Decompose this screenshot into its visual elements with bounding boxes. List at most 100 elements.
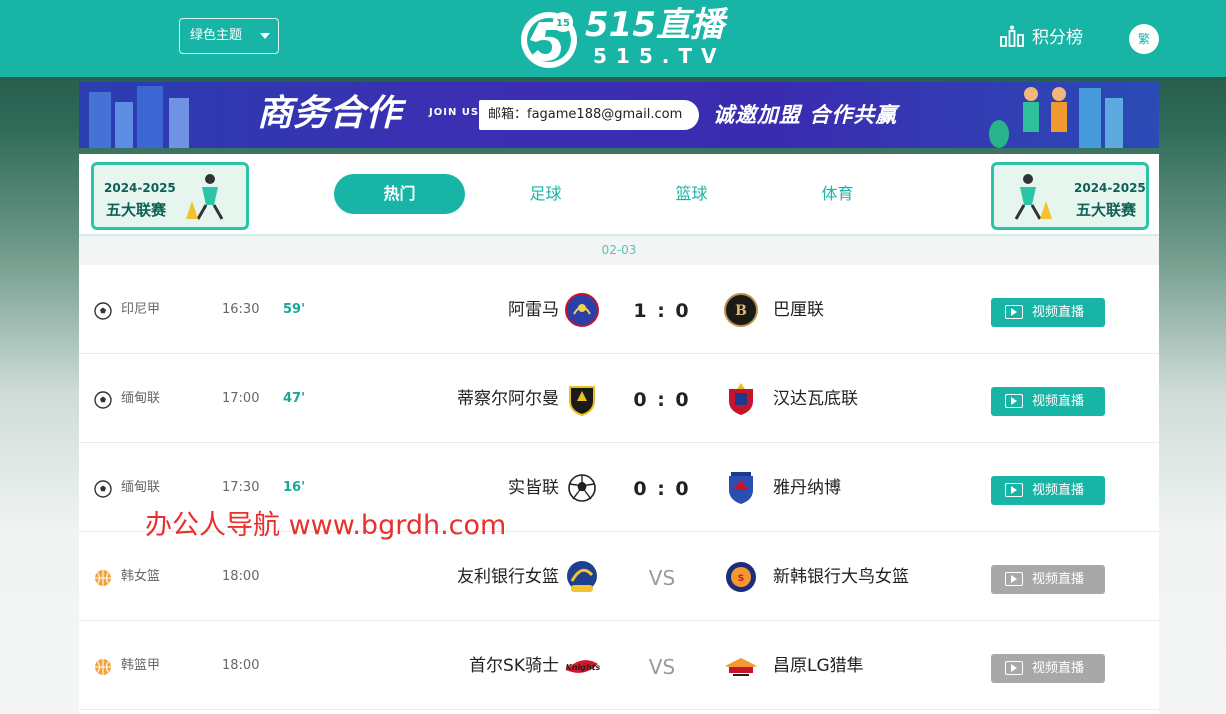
player-illustration-icon [186,174,224,220]
match-time: 16:30 [222,302,260,317]
date-header: 02-03 [79,236,1159,265]
city-skyline-illustration [89,86,189,148]
league-name[interactable]: 印尼甲 [121,300,160,320]
match-row[interactable]: 印尼甲 16:30 59' 阿雷马 1 : 0 B 巴厘联 视频直播 [79,265,1159,354]
player-illustration-icon [1014,174,1052,220]
live-video-button[interactable]: 视频直播 [991,654,1105,683]
match-row[interactable]: 缅甸联 17:00 47' 蒂察尔阿尔曼 0 : 0 汉达瓦底联 视频直播 [79,354,1159,443]
match-score: 1 : 0 [633,300,691,322]
leaderboard-link[interactable]: 积分榜 [1000,24,1083,52]
away-team-logo-icon: B [724,293,758,327]
logo-subtitle: 515.TV [593,44,726,68]
tv-play-icon [1005,305,1023,319]
home-team-logo-icon [569,386,595,417]
home-team[interactable]: 阿雷马 [508,298,559,322]
match-panel: 2024-2025 五大联赛 热门 足球 篮球 体育 2024-2025 五大联… [79,154,1159,714]
tab-hot[interactable]: 热门 [334,174,465,214]
match-vs: VS [648,655,676,679]
match-time: 18:00 [222,658,260,673]
live-video-button[interactable]: 视频直播 [991,298,1105,327]
match-vs: VS [648,566,676,590]
svg-text:B: B [735,303,747,319]
match-minute: 47' [283,391,306,406]
tab-sports[interactable]: 体育 [772,174,903,214]
away-team[interactable]: 巴厘联 [773,298,824,322]
live-video-label: 视频直播 [1032,483,1085,498]
live-video-label: 视频直播 [1032,394,1085,409]
away-team[interactable]: 雅丹纳博 [773,476,841,500]
away-team[interactable]: 昌原LG猎隼 [773,654,864,678]
traditional-chinese-button[interactable]: 繁 [1129,24,1159,54]
basketball-icon [95,570,111,586]
home-team[interactable]: 首尔SK骑士 [469,654,559,678]
home-team[interactable]: 友利银行女篮 [457,565,559,589]
away-team-logo-icon [729,383,753,415]
site-logo[interactable]: 15 515直播 515.TV [517,6,727,70]
badge-year: 2024-2025 [104,181,176,195]
away-team-logo-icon: S [726,562,756,592]
league-name[interactable]: 韩篮甲 [121,656,160,676]
theme-select[interactable]: 绿色主题 [179,18,279,54]
match-time: 17:30 [222,480,260,495]
badge-name: 五大联赛 [106,201,167,219]
home-team[interactable]: 实皆联 [508,476,559,500]
live-video-label: 视频直播 [1032,572,1085,587]
home-team-logo-icon [568,474,596,502]
league-name[interactable]: 韩女篮 [121,567,160,587]
league-name[interactable]: 缅甸联 [121,389,160,409]
leaderboard-label: 积分榜 [1032,28,1083,48]
leaderboard-icon [1000,25,1024,47]
logo-mark-icon: 15 [521,12,577,68]
home-team-logo-icon [565,293,599,327]
caret-down-icon [260,33,270,39]
theme-select-value: 绿色主题 [190,28,243,43]
banner-email: 邮箱：fagame188@gmail.com [479,100,699,130]
match-minute: 59' [283,302,306,317]
watermark-text: 办公人导航 www.bgrdh.com [145,510,507,541]
match-time: 18:00 [222,569,260,584]
match-score: 0 : 0 [633,478,691,500]
match-time: 17:00 [222,391,260,406]
badge-name: 五大联赛 [1076,201,1137,219]
basketball-icon [95,659,111,675]
logo-title: 515直播 [585,5,724,45]
match-row[interactable]: 韩女篮 18:00 友利银行女篮 VS S 新韩银行大鸟女篮 视频直播 [79,532,1159,621]
svg-text:S: S [738,574,744,584]
five-leagues-badge-right[interactable]: 2024-2025 五大联赛 [991,162,1149,230]
live-video-button[interactable]: 视频直播 [991,476,1105,505]
home-team-logo-icon [567,561,597,592]
away-team[interactable]: 汉达瓦底联 [773,387,858,411]
top-bar: 绿色主题 15 515直播 515.TV 积分榜 繁 [0,0,1226,77]
tab-basketball[interactable]: 篮球 [626,174,757,214]
handshake-illustration [989,87,1123,148]
banner-slogan: 诚邀加盟 合作共赢 [713,103,898,127]
away-team-logo-icon [729,472,753,504]
tab-football[interactable]: 足球 [480,174,611,214]
tv-play-icon [1005,661,1023,675]
match-score: 0 : 0 [633,389,691,411]
live-video-button[interactable]: 视频直播 [991,387,1105,416]
tv-play-icon [1005,483,1023,497]
football-icon [94,302,112,320]
live-video-button[interactable]: 视频直播 [991,565,1105,594]
away-team[interactable]: 新韩银行大鸟女篮 [773,565,909,589]
live-video-label: 视频直播 [1032,305,1085,320]
tv-play-icon [1005,572,1023,586]
five-leagues-badge-left[interactable]: 2024-2025 五大联赛 [91,162,249,230]
tv-play-icon [1005,394,1023,408]
match-row[interactable]: 韩篮甲 18:00 首尔SK骑士 Knights VS 昌原LG猎隼 视频直播 [79,621,1159,710]
football-icon [94,480,112,498]
svg-text:Knights: Knights [566,663,600,672]
banner-title: 商务合作 [257,93,402,134]
match-minute: 16' [283,480,306,495]
live-video-label: 视频直播 [1032,661,1085,676]
football-icon [94,391,112,409]
svg-text:15: 15 [556,18,570,29]
badge-year: 2024-2025 [1074,181,1146,195]
league-name[interactable]: 缅甸联 [121,478,160,498]
away-team-logo-icon [725,658,757,676]
banner-join-us: JOIN US [429,107,480,118]
home-team[interactable]: 蒂察尔阿尔曼 [457,387,559,411]
business-banner[interactable]: 商务合作 JOIN US 邮箱：fagame188@gmail.com 诚邀加盟… [79,82,1159,148]
home-team-logo-icon: Knights [566,660,600,673]
